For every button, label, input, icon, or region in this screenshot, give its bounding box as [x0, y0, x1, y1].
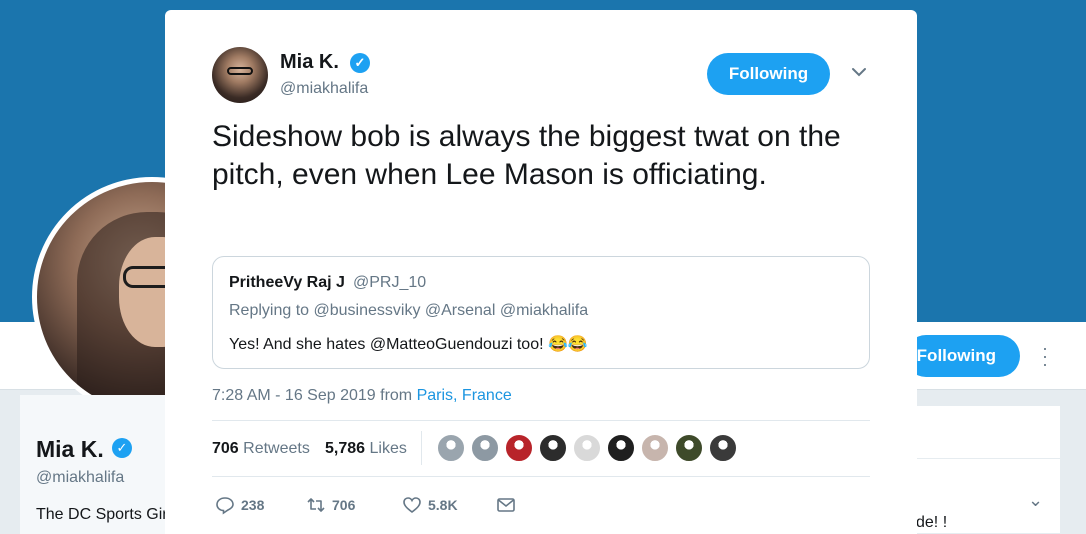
tweet-text: Sideshow bob is always the biggest twat … — [212, 120, 841, 191]
quoted-tweet[interactable]: PritheeVy Raj J @PRJ_10 Replying to @bus… — [212, 256, 870, 369]
divider — [212, 476, 870, 477]
liker-avatar[interactable] — [539, 434, 567, 462]
tweet-timestamp[interactable]: 7:28 AM - 16 Sep 2019 — [212, 387, 376, 404]
liker-avatar[interactable] — [505, 434, 533, 462]
retweet-button[interactable]: 706 — [306, 494, 355, 516]
liker-avatar[interactable] — [471, 434, 499, 462]
retweets-count: 706 — [212, 440, 239, 457]
from-label: from — [380, 387, 413, 404]
profile-following-button[interactable]: Following — [905, 335, 1020, 377]
retweet-icon — [307, 498, 325, 512]
profile-bio: The DC Sports Girl — [36, 506, 166, 523]
verified-badge-icon: ✓ — [350, 53, 370, 73]
tweet-location-link[interactable]: Paris, France — [417, 387, 512, 404]
retweets-label: Retweets — [243, 440, 310, 457]
author-name[interactable]: Mia K. — [280, 51, 339, 74]
chevron-down-icon[interactable]: ⌄ — [1028, 490, 1043, 511]
divider — [212, 420, 870, 421]
envelope-icon — [497, 498, 515, 512]
liker-avatar[interactable] — [675, 434, 703, 462]
quoted-author-name: PritheeVy Raj J — [229, 274, 345, 291]
profile-more-icon[interactable]: · · · — [1038, 339, 1052, 373]
tweet-metadata: 7:28 AM - 16 Sep 2019 from Paris, France — [212, 387, 512, 405]
author-avatar[interactable] — [212, 47, 268, 103]
retweets-stat[interactable]: 706 Retweets — [212, 440, 310, 458]
like-count: 5.8K — [428, 497, 458, 513]
reply-button[interactable]: 238 — [215, 494, 264, 516]
profile-name: Mia K. — [36, 436, 104, 462]
stats-separator — [421, 431, 422, 465]
profile-verified-icon: ✓ — [112, 438, 132, 458]
liker-avatar[interactable] — [437, 434, 465, 462]
liker-avatar[interactable] — [573, 434, 601, 462]
likes-label: Likes — [369, 440, 407, 457]
likes-stat[interactable]: 5,786 Likes — [325, 440, 407, 458]
profile-handle: @miakhalifa — [36, 469, 125, 486]
like-button[interactable]: 5.8K — [402, 494, 458, 516]
quoted-author-handle: @PRJ_10 — [353, 274, 427, 291]
chevron-down-icon[interactable] — [849, 62, 869, 82]
liker-avatar[interactable] — [641, 434, 669, 462]
tweet-modal: Mia K. ✓ @miakhalifa Following Sideshow … — [165, 10, 917, 534]
reply-icon — [216, 497, 234, 515]
likes-count: 5,786 — [325, 440, 366, 457]
retweet-count: 706 — [332, 497, 356, 513]
quoted-tweet-text: Yes! And she hates @MatteoGuendouzi too!… — [229, 336, 588, 353]
following-button[interactable]: Following — [707, 53, 830, 95]
liker-avatar[interactable] — [709, 434, 737, 462]
direct-message-button[interactable] — [496, 494, 516, 516]
quoted-reply-context: Replying to @businessviky @Arsenal @miak… — [229, 302, 589, 319]
heart-icon — [403, 497, 421, 514]
reply-count: 238 — [241, 497, 265, 513]
author-handle[interactable]: @miakhalifa — [280, 80, 368, 98]
sidebar-panel-text: de! ! — [916, 514, 948, 531]
liker-avatar[interactable] — [607, 434, 635, 462]
